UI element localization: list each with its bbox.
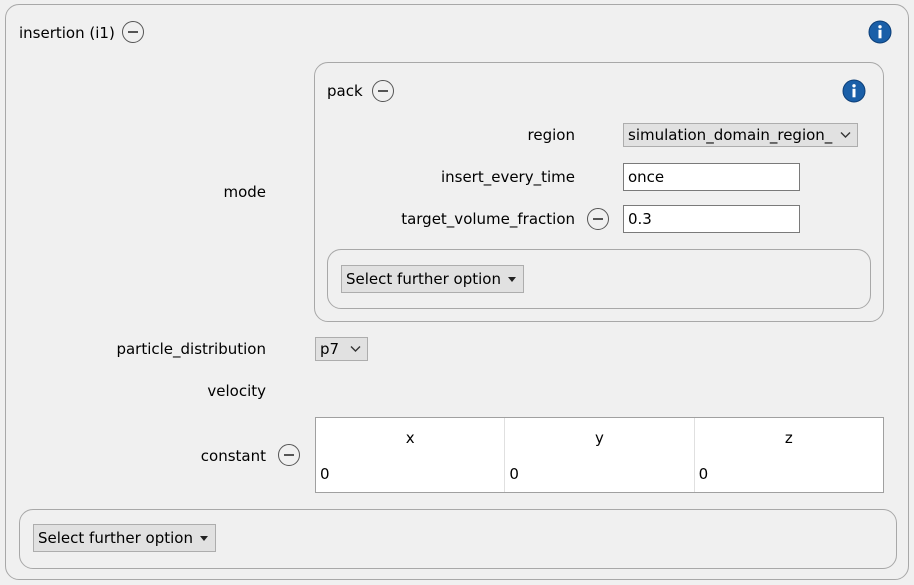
- velocity-label: velocity: [207, 382, 266, 400]
- chevron-down-icon: [350, 346, 361, 352]
- region-select-value: simulation_domain_region_: [628, 126, 833, 144]
- insert-every-time-input[interactable]: once: [623, 163, 800, 191]
- info-icon[interactable]: [842, 79, 866, 103]
- pack-select-further-option-label: Select further option: [346, 270, 501, 288]
- constant-remove-button[interactable]: [278, 444, 300, 466]
- pack-title: pack: [327, 82, 363, 100]
- pack-collapse-button[interactable]: [372, 80, 394, 102]
- vector-column-z: z 0: [695, 418, 883, 492]
- pack-select-further-option-button[interactable]: Select further option: [341, 265, 524, 293]
- constant-label: constant: [200, 447, 266, 465]
- vector-column-x: x 0: [316, 418, 506, 492]
- velocity-constant-table: x 0 y 0 z 0: [315, 417, 884, 493]
- pack-further-option-panel: Select further option: [327, 249, 871, 309]
- cell-y[interactable]: 0: [509, 464, 689, 484]
- particle-distribution-select[interactable]: p7: [315, 337, 368, 361]
- caret-down-icon: [199, 536, 208, 541]
- region-select[interactable]: simulation_domain_region_: [623, 123, 858, 147]
- insertion-collapse-button[interactable]: [122, 21, 144, 43]
- insertion-title: insertion (i1): [19, 24, 115, 42]
- insertion-further-option-panel: Select further option: [19, 509, 897, 569]
- target-volume-fraction-remove-button[interactable]: [587, 208, 609, 230]
- column-header-y: y: [595, 429, 604, 447]
- column-header-z: z: [784, 429, 793, 447]
- cell-z[interactable]: 0: [699, 464, 879, 484]
- info-icon[interactable]: [868, 20, 892, 44]
- target-volume-fraction-input[interactable]: 0.3: [623, 205, 800, 233]
- column-header-x: x: [405, 429, 415, 447]
- region-label: region: [527, 126, 575, 144]
- insertion-panel: insertion (i1) mode pack region simulati…: [5, 4, 909, 580]
- chevron-down-icon: [840, 132, 851, 138]
- mode-label: mode: [223, 183, 266, 201]
- caret-down-icon: [507, 277, 516, 282]
- target-volume-fraction-label: target_volume_fraction: [401, 210, 575, 228]
- cell-x[interactable]: 0: [320, 464, 500, 484]
- vector-column-y: y 0: [505, 418, 695, 492]
- particle-distribution-value: p7: [320, 340, 340, 358]
- particle-distribution-label: particle_distribution: [116, 340, 266, 358]
- insertion-select-further-option-label: Select further option: [38, 529, 193, 547]
- pack-panel: pack region simulation_domain_region_ in…: [314, 62, 884, 322]
- insert-every-time-label: insert_every_time: [440, 168, 575, 186]
- insertion-select-further-option-button[interactable]: Select further option: [33, 524, 216, 552]
